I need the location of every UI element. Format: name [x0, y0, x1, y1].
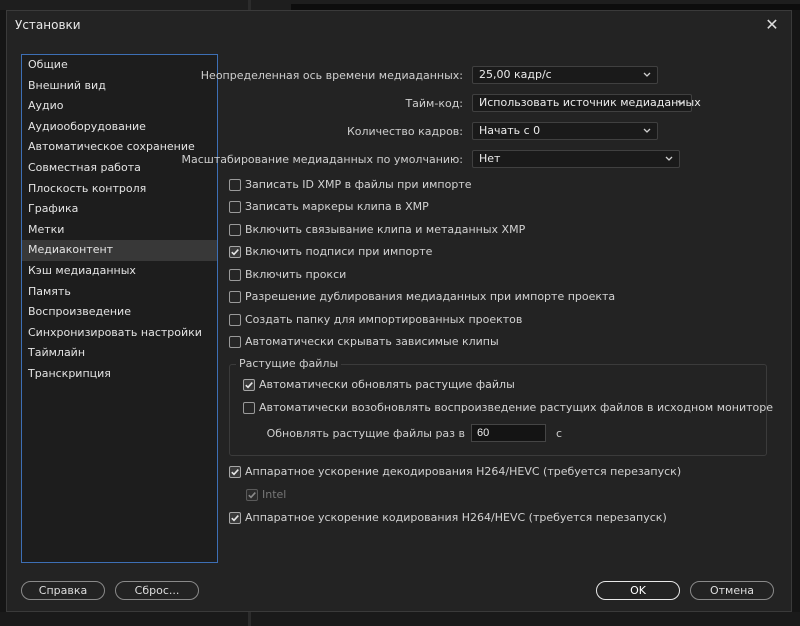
reset-button[interactable]: Сброс... — [115, 581, 199, 600]
sidebar-item[interactable]: Общие — [22, 55, 217, 76]
write-xmp-label: Записать ID XMP в файлы при импорте — [245, 178, 472, 191]
sidebar-item[interactable]: Воспроизведение — [22, 302, 217, 323]
checkmark-icon — [231, 469, 239, 476]
refresh-interval-label: Обновлять растущие файлы раз в — [266, 427, 465, 440]
sidebar-item[interactable]: Таймлайн — [22, 343, 217, 364]
chevron-down-icon — [643, 128, 651, 133]
sidebar-item[interactable]: Медиаконтент — [22, 240, 217, 261]
background-divider — [248, 612, 251, 626]
sidebar-item[interactable]: Плоскость контроля — [22, 179, 217, 200]
checkmark-icon — [245, 382, 253, 389]
sidebar-item[interactable]: Память — [22, 282, 217, 303]
dialog-title: Установки — [15, 18, 81, 32]
captions-on-import-label: Включить подписи при импорте — [245, 245, 433, 258]
intel-label: Intel — [262, 488, 287, 501]
close-icon[interactable]: ✕ — [761, 14, 783, 36]
checkbox-box[interactable] — [229, 179, 241, 191]
sidebar-item[interactable]: Метки — [22, 220, 217, 241]
allow-duplicate-label: Разрешение дублирования медиаданных при … — [245, 290, 616, 303]
auto-resume-growing-label: Автоматически возобновлять воспроизведен… — [259, 401, 773, 414]
checkmark-icon — [231, 249, 239, 256]
sidebar-item[interactable]: Синхронизировать настройки — [22, 323, 217, 344]
default-scaling-dropdown[interactable]: Нет — [472, 150, 680, 168]
sidebar-item[interactable]: Кэш медиаданных — [22, 261, 217, 282]
default-scaling-label: Масштабирование медиаданных по умолчанию… — [181, 153, 463, 166]
hw-decode-label: Аппаратное ускорение декодирования H264/… — [245, 465, 682, 478]
title-bar[interactable]: Установки ✕ — [7, 11, 791, 39]
checkbox-box[interactable] — [229, 314, 241, 326]
help-button[interactable]: Справка — [21, 581, 105, 600]
chevron-down-icon — [677, 100, 685, 105]
checkmark-icon — [231, 515, 239, 522]
frame-count-label: Количество кадров: — [346, 125, 463, 138]
chevron-down-icon — [665, 156, 673, 161]
sidebar-item[interactable]: Транскрипция — [22, 364, 217, 385]
checkbox-box[interactable] — [229, 336, 241, 348]
frame-count-dropdown[interactable]: Начать с 0 — [472, 122, 658, 140]
frame-count-value: Начать с 0 — [479, 124, 541, 137]
background-app-bottom — [0, 612, 800, 626]
write-clip-markers-label: Записать маркеры клипа в XMP — [245, 200, 429, 213]
background-app-top — [0, 0, 800, 10]
checkbox-box[interactable] — [229, 246, 241, 258]
enable-proxies-label: Включить прокси — [245, 268, 347, 281]
auto-refresh-growing-label: Автоматически обновлять растущие файлы — [259, 378, 515, 391]
timebase-value: 25,00 кадр/с — [479, 68, 552, 81]
refresh-interval-input[interactable] — [471, 424, 546, 442]
sidebar-item[interactable]: Аудиооборудование — [22, 117, 217, 138]
sidebar-item[interactable]: Графика — [22, 199, 217, 220]
create-folder-label: Создать папку для импортированных проект… — [245, 313, 523, 326]
checkbox-box[interactable] — [229, 512, 241, 524]
clip-xmp-link-label: Включить связывание клипа и метаданных X… — [245, 223, 526, 236]
preferences-sidebar: Общие Внешний вид Аудио Аудиооборудование Ав… — [21, 54, 218, 563]
growing-files-title: Растущие файлы — [236, 357, 342, 370]
checkmark-icon — [248, 492, 256, 499]
checkbox-box[interactable] — [243, 402, 255, 414]
timebase-label: Неопределенная ось времени медиаданных: — [200, 69, 463, 82]
cancel-button[interactable]: Отмена — [690, 581, 774, 600]
checkbox-box — [246, 489, 258, 501]
sidebar-item[interactable]: Аудио — [22, 96, 217, 117]
checkbox-box[interactable] — [229, 224, 241, 236]
background-divider — [248, 0, 251, 10]
checkbox-box[interactable] — [229, 466, 241, 478]
default-scaling-value: Нет — [479, 152, 501, 165]
sidebar-item[interactable]: Внешний вид — [22, 76, 217, 97]
refresh-interval-unit: с — [556, 427, 563, 440]
timecode-label: Тайм-код: — [405, 97, 463, 110]
checkbox-box[interactable] — [243, 379, 255, 391]
timebase-dropdown[interactable]: 25,00 кадр/с — [472, 66, 658, 84]
auto-hide-dependent-label: Автоматически скрывать зависимые клипы — [245, 335, 499, 348]
timecode-value: Использовать источник медиаданных — [479, 96, 701, 109]
checkbox-box[interactable] — [229, 201, 241, 213]
hw-encode-label: Аппаратное ускорение кодирования H264/HE… — [245, 511, 667, 524]
chevron-down-icon — [643, 72, 651, 77]
checkbox-box[interactable] — [229, 269, 241, 281]
checkbox-box[interactable] — [229, 291, 241, 303]
preferences-dialog: Установки ✕ Общие Внешний вид Аудио Аудиооб… — [6, 10, 792, 612]
ok-button[interactable]: OK — [596, 581, 680, 600]
timecode-dropdown[interactable]: Использовать источник медиаданных — [472, 94, 701, 112]
